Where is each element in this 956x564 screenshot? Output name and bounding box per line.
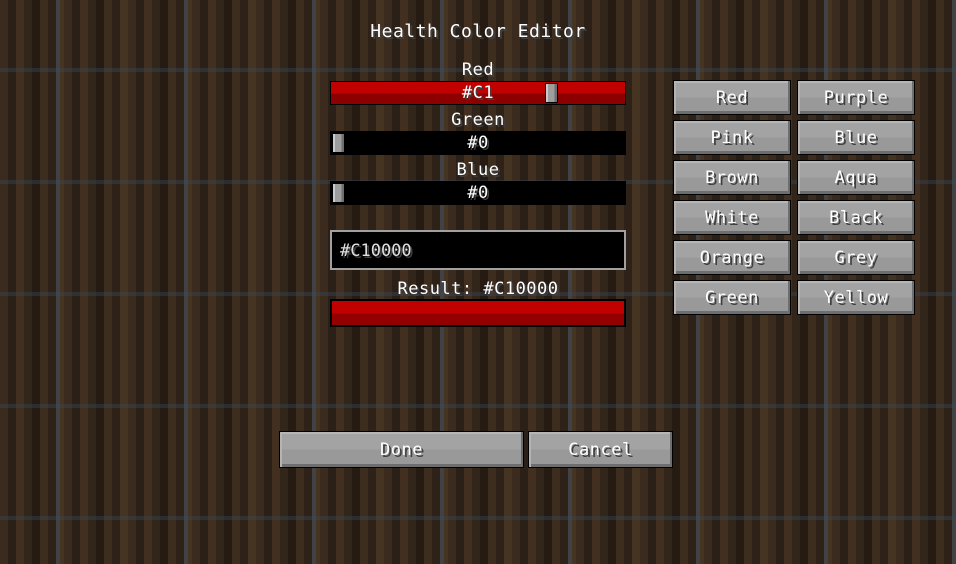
preset-button-label: Green — [705, 287, 759, 308]
page-title: Health Color Editor — [370, 21, 586, 42]
preset-button-label: Grey — [834, 247, 878, 268]
slider-label-red: Red — [461, 60, 495, 80]
result-label: Result: #C10000 — [397, 279, 559, 299]
hex-color-input[interactable]: #C10000 — [330, 230, 626, 270]
preset-button-label: Red — [715, 87, 749, 108]
preset-button-aqua[interactable]: Aqua — [797, 160, 915, 195]
preset-button-orange[interactable]: Orange — [673, 240, 791, 275]
preset-button-label: Blue — [834, 127, 878, 148]
slider-blue[interactable]: #0 — [330, 181, 626, 205]
preset-button-label: Purple — [823, 87, 889, 108]
done-button-label: Done — [380, 439, 423, 460]
slider-value-blue: #0 — [467, 183, 489, 203]
result-color-swatch — [330, 299, 626, 327]
preset-button-black[interactable]: Black — [797, 200, 915, 235]
done-button[interactable]: Done — [279, 431, 524, 468]
preset-button-label: Brown — [705, 167, 759, 188]
preset-button-label: Black — [829, 207, 883, 228]
preset-button-grey[interactable]: Grey — [797, 240, 915, 275]
slider-value-red: #C1 — [461, 83, 495, 103]
preset-button-blue[interactable]: Blue — [797, 120, 915, 155]
preset-button-label: Pink — [710, 127, 754, 148]
preset-button-label: Aqua — [834, 167, 878, 188]
cancel-button[interactable]: Cancel — [528, 431, 673, 468]
preset-button-white[interactable]: White — [673, 200, 791, 235]
preset-button-label: White — [705, 207, 759, 228]
preset-button-brown[interactable]: Brown — [673, 160, 791, 195]
preset-button-yellow[interactable]: Yellow — [797, 280, 915, 315]
preset-button-purple[interactable]: Purple — [797, 80, 915, 115]
preset-button-label: Orange — [699, 247, 765, 268]
result-color-fill — [332, 301, 624, 325]
slider-value-green: #0 — [467, 133, 489, 153]
preset-button-label: Yellow — [823, 287, 889, 308]
preset-color-grid: Red Purple Pink Blue Brown Aqua White Black Oran… — [673, 80, 915, 320]
preset-button-green[interactable]: Green — [673, 280, 791, 315]
hex-color-input-value: #C10000 — [340, 241, 412, 261]
cancel-button-label: Cancel — [568, 439, 633, 460]
slider-red[interactable]: #C1 — [330, 81, 626, 105]
slider-label-blue: Blue — [456, 160, 500, 180]
preset-button-pink[interactable]: Pink — [673, 120, 791, 155]
preset-button-red[interactable]: Red — [673, 80, 791, 115]
slider-green[interactable]: #0 — [330, 131, 626, 155]
slider-label-green: Green — [451, 110, 505, 130]
